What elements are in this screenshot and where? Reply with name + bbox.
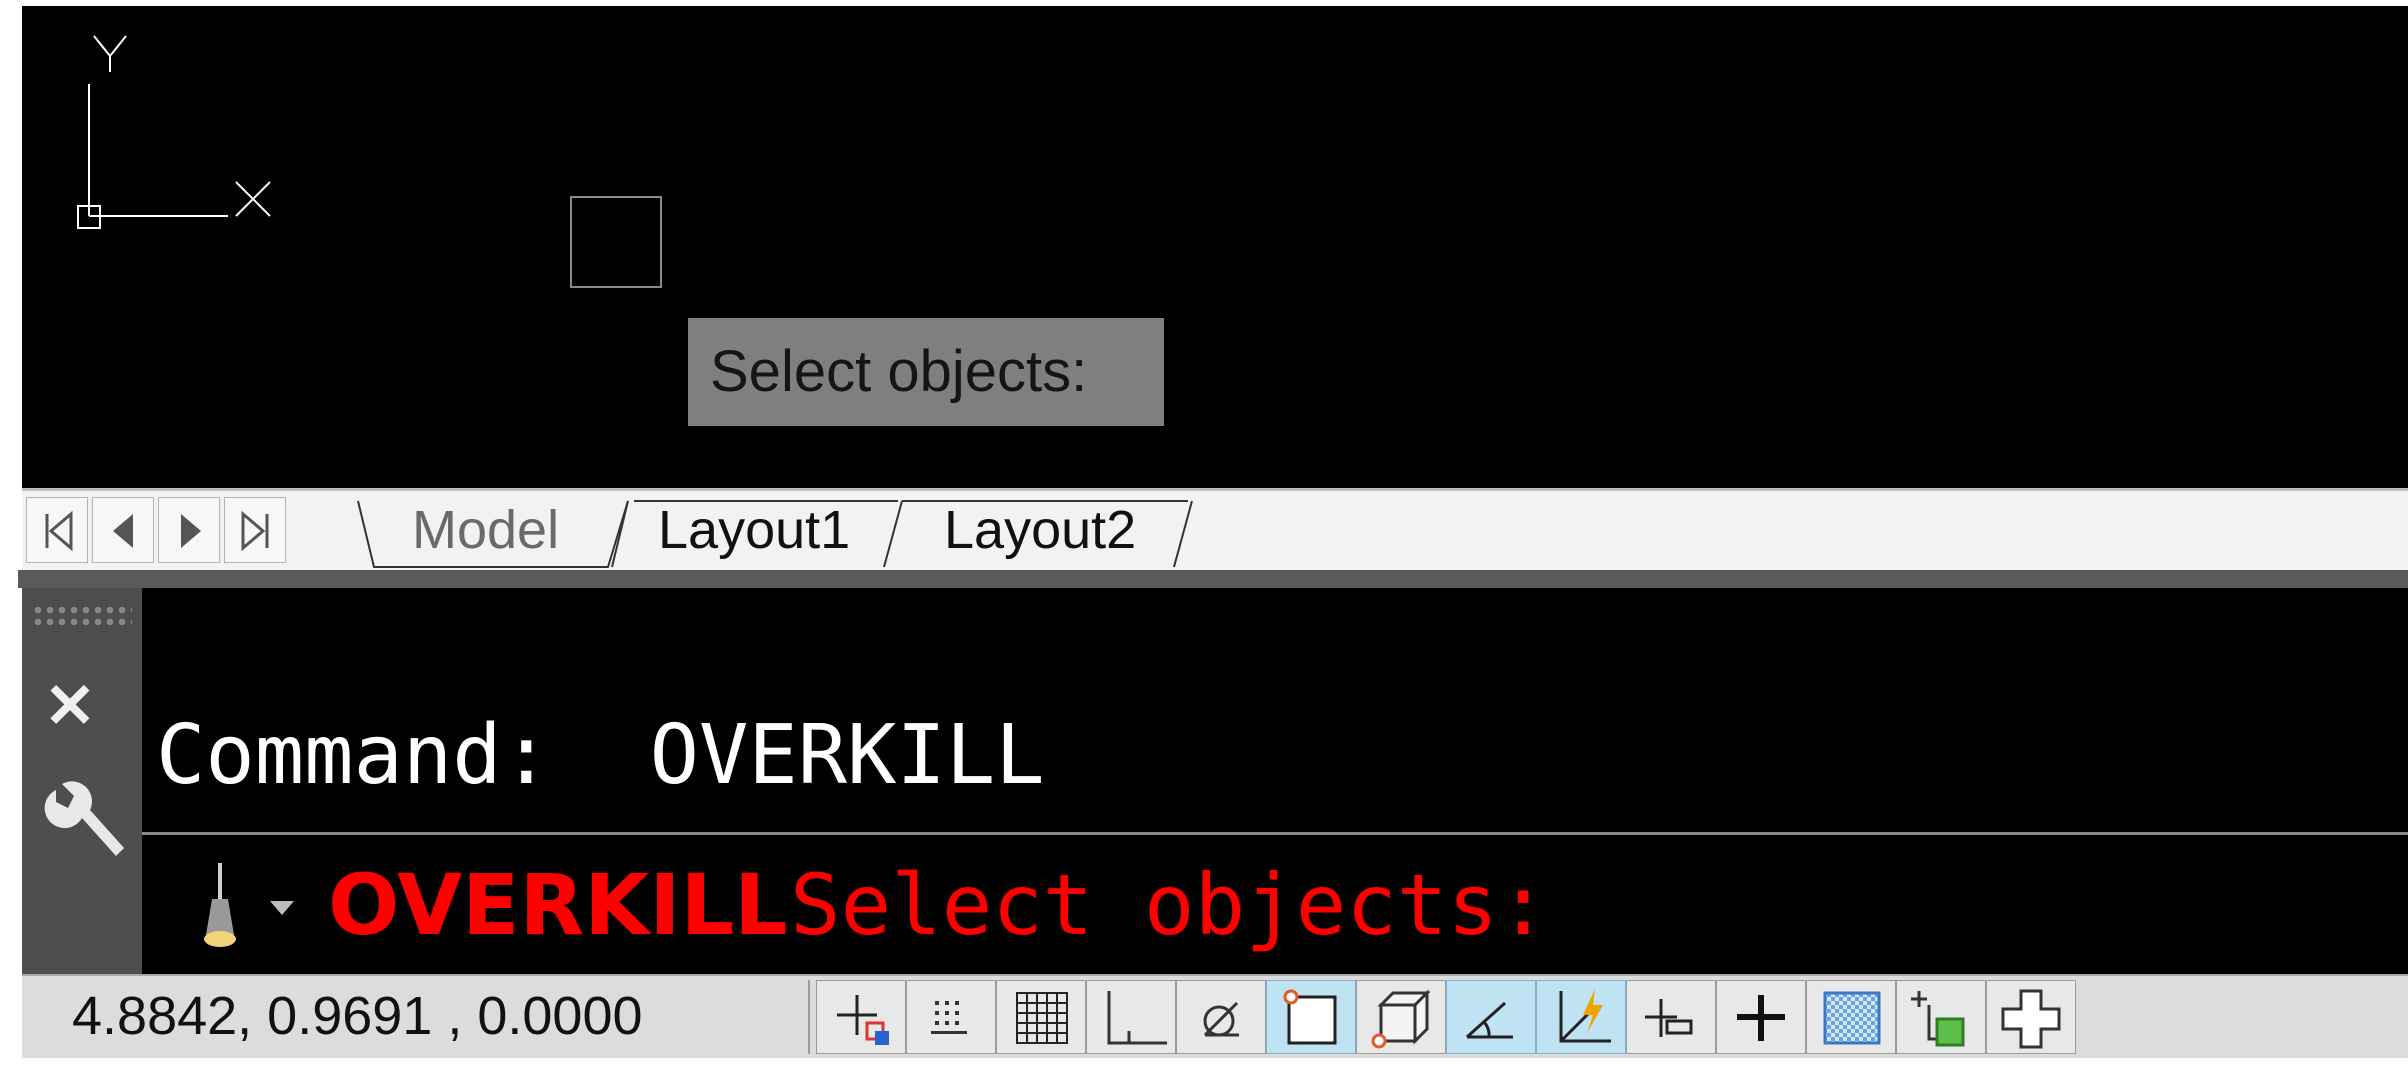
drawing-area[interactable]: Select objects:	[22, 6, 2408, 488]
status-bar: 4.8842, 0.9691 , 0.0000	[22, 974, 2408, 1058]
tab-model[interactable]: Model	[412, 491, 559, 569]
transparency-icon[interactable]	[1806, 980, 1896, 1054]
active-command-name: OVERKILL	[328, 856, 788, 954]
dynamic-ucs-icon[interactable]	[1536, 980, 1626, 1054]
dynamic-input-tooltip: Select objects:	[688, 318, 1164, 426]
close-icon[interactable]: ✕	[44, 676, 96, 738]
command-prompt-icon[interactable]	[182, 859, 262, 959]
window-bottom-edge	[0, 1058, 2408, 1078]
command-line[interactable]: OVERKILL Select objects:	[142, 835, 2408, 974]
pickbox-cursor	[570, 196, 662, 288]
infer-constraints-icon[interactable]	[816, 980, 906, 1054]
quick-properties-icon[interactable]	[1896, 980, 1986, 1054]
command-window-splitter[interactable]	[18, 570, 2408, 588]
ucs-icon	[77, 35, 271, 229]
snap-mode-icon[interactable]	[906, 980, 996, 1054]
coordinate-display[interactable]: 4.8842, 0.9691 , 0.0000	[72, 976, 643, 1056]
selection-cycling-icon[interactable]	[1986, 980, 2076, 1054]
command-history: Command: OVERKILL	[142, 588, 2408, 832]
layout-tab-bar: Model Layout1 Layout2	[22, 488, 2408, 570]
command-prompt-text: Select objects:	[790, 856, 1549, 954]
drag-grip-icon[interactable]	[32, 604, 132, 630]
command-window-toolbar: ✕	[22, 588, 142, 974]
wrench-icon[interactable]	[38, 778, 128, 878]
polar-tracking-icon[interactable]	[1176, 980, 1266, 1054]
tab-layout2[interactable]: Layout2	[944, 491, 1136, 569]
object-snap-tracking-icon[interactable]	[1446, 980, 1536, 1054]
lineweight-icon[interactable]	[1716, 980, 1806, 1054]
grid-display-icon[interactable]	[996, 980, 1086, 1054]
status-divider	[808, 980, 810, 1054]
object-snap-icon[interactable]	[1266, 980, 1356, 1054]
command-history-line: Command: OVERKILL	[156, 708, 1045, 803]
ortho-mode-icon[interactable]	[1086, 980, 1176, 1054]
tab-layout1[interactable]: Layout1	[658, 491, 850, 569]
status-bar-empty	[2076, 980, 2408, 1054]
chevron-down-icon[interactable]	[264, 895, 304, 925]
3d-object-snap-icon[interactable]	[1356, 980, 1446, 1054]
dynamic-input-icon[interactable]	[1626, 980, 1716, 1054]
